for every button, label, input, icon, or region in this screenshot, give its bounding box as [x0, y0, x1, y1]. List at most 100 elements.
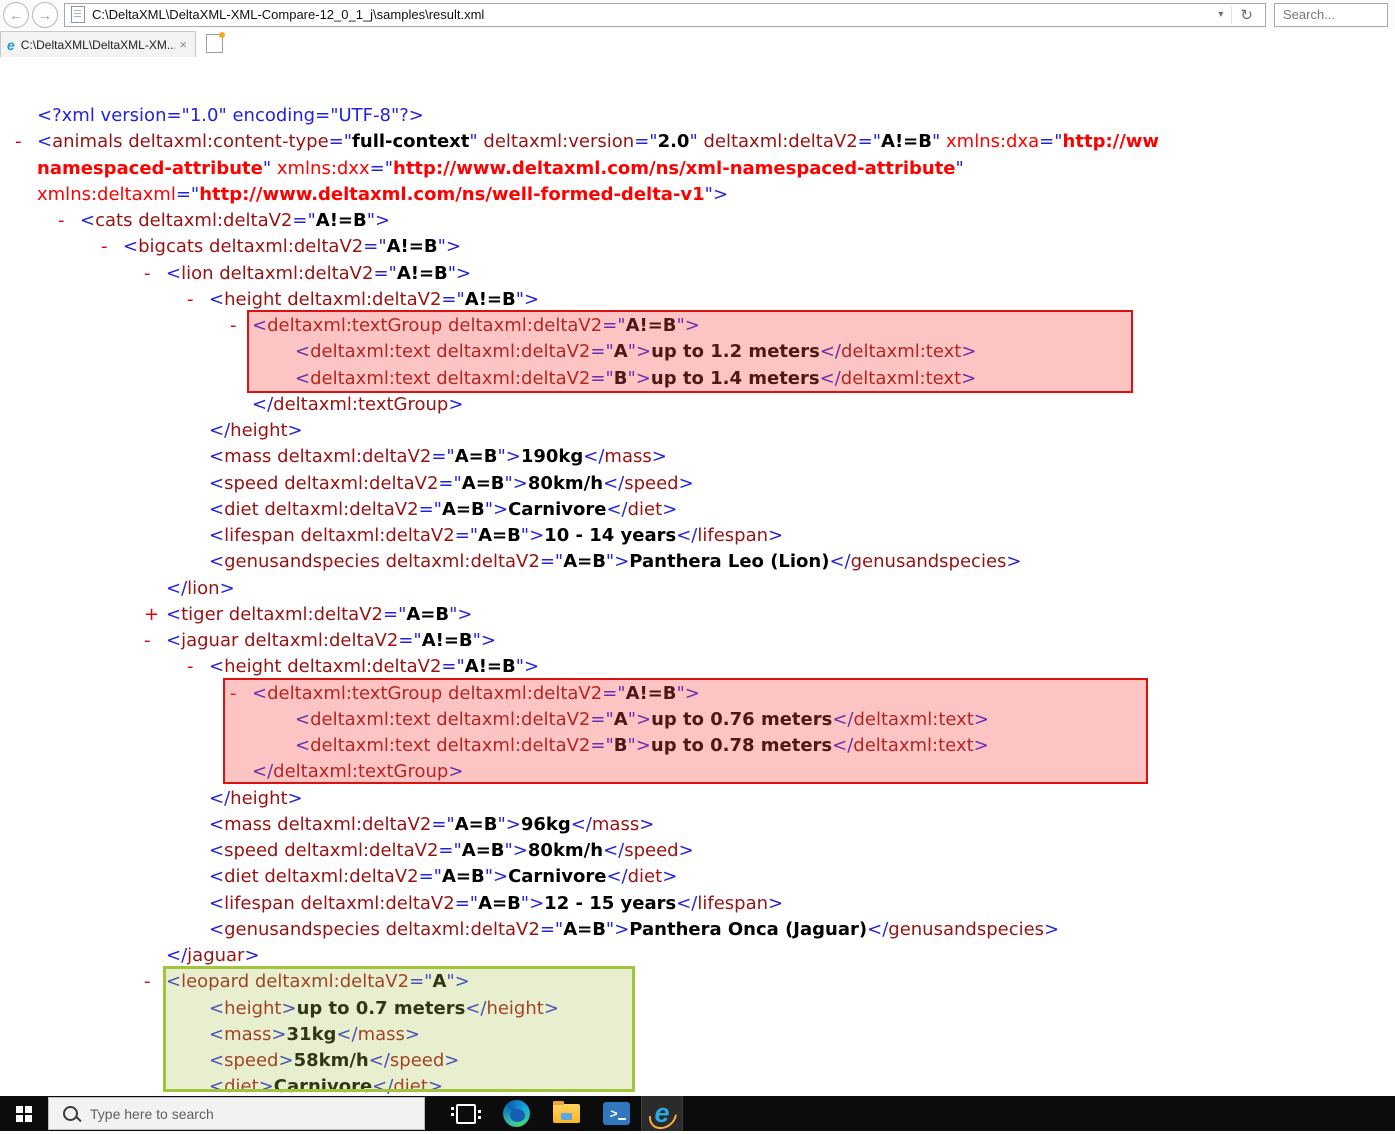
xml-token: =" — [431, 446, 454, 467]
back-button[interactable]: ← — [3, 2, 29, 28]
xml-token: lion — [187, 578, 219, 599]
xml-token: " — [469, 131, 483, 152]
address-dropdown-icon[interactable]: ▾ — [1210, 9, 1231, 20]
xml-token: deltaxml:text — [310, 368, 436, 389]
tab-close-icon[interactable]: × — [175, 37, 191, 52]
collapse-marker[interactable]: - — [58, 208, 80, 234]
xml-token: < — [209, 551, 224, 572]
xml-token: > — [405, 1024, 420, 1045]
collapse-marker[interactable]: - — [144, 628, 166, 654]
start-button[interactable] — [0, 1096, 48, 1131]
xml-token: > — [679, 840, 694, 861]
xml-line: xmlns:deltaxml="http://www.deltaxml.com/… — [0, 182, 1395, 208]
xml-token: deltaxml:deltaV2 — [284, 840, 438, 861]
indent-spacer — [187, 786, 209, 812]
indent-spacer — [187, 864, 209, 890]
xml-line: </height> — [0, 786, 1395, 812]
refresh-icon[interactable]: ↻ — [1231, 6, 1261, 24]
browser-search-box[interactable]: Search... — [1274, 3, 1388, 27]
xml-token: lifespan — [697, 893, 768, 914]
xml-token: speed — [624, 473, 678, 494]
xml-token: deltaxml:deltaV2 — [300, 893, 454, 914]
xml-token: " — [932, 131, 946, 152]
xml-token: </ — [603, 840, 624, 861]
internet-explorer-button[interactable]: e — [641, 1096, 683, 1131]
xml-token: mass — [604, 446, 651, 467]
xml-token: diet — [224, 1076, 259, 1096]
xml-token: < — [252, 315, 267, 336]
xml-token: deltaxml:textGroup — [273, 394, 448, 415]
address-bar[interactable]: C:\DeltaXML\DeltaXML-XML-Compare-12_0_1_… — [64, 3, 1266, 27]
collapse-marker[interactable]: - — [144, 261, 166, 287]
xml-token: < — [209, 840, 224, 861]
xml-token: deltaxml:deltaV2 — [255, 971, 409, 992]
xml-token: deltaxml:deltaV2 — [219, 263, 373, 284]
xml-token: < — [80, 210, 95, 231]
new-tab-button[interactable] — [206, 34, 223, 53]
tab-result-xml[interactable]: e C:\DeltaXML\DeltaXML-XM... × — [0, 31, 196, 57]
taskbar-search-box[interactable]: Type here to search — [48, 1097, 425, 1130]
xml-token: 31kg — [287, 1024, 337, 1045]
xml-token: > — [679, 473, 694, 494]
forward-button[interactable]: → — [32, 2, 58, 28]
xml-line: +<tiger deltaxml:deltaV2="A=B"> — [0, 602, 1395, 628]
collapse-marker[interactable]: - — [101, 234, 123, 260]
xml-token: deltaxml:deltaV2 — [448, 315, 602, 336]
xml-token: deltaxml:text — [310, 341, 436, 362]
indent-spacer — [187, 838, 209, 864]
xml-token: animals — [52, 131, 128, 152]
collapse-marker[interactable]: - — [230, 313, 252, 339]
xml-token: "> — [516, 656, 539, 677]
xml-line: -<deltaxml:textGroup deltaxml:deltaV2="A… — [0, 313, 1395, 339]
indent-spacer — [187, 812, 209, 838]
xml-token: "> — [473, 630, 496, 651]
xml-token: Carnivore — [274, 1076, 372, 1096]
xml-token: > — [288, 420, 303, 441]
xml-token: diet — [628, 866, 663, 887]
browser-address-row: ← → C:\DeltaXML\DeltaXML-XML-Compare-12_… — [0, 0, 1395, 29]
xml-token: =" — [373, 263, 396, 284]
xml-token: =" — [431, 814, 454, 835]
xml-token: "> — [446, 971, 469, 992]
collapse-marker[interactable]: - — [187, 654, 209, 680]
xml-token: deltaxml:deltaV2 — [386, 919, 540, 940]
xml-line: </jaguar> — [0, 943, 1395, 969]
xml-token: 10 - 14 years — [544, 525, 676, 546]
xml-token: < — [166, 630, 181, 651]
xml-line: -<lion deltaxml:deltaV2="A!=B"> — [0, 261, 1395, 287]
collapse-marker[interactable]: - — [144, 969, 166, 995]
xml-token: xmlns:dxa — [946, 131, 1039, 152]
xml-token: "> — [606, 919, 629, 940]
xml-token: "> — [516, 289, 539, 310]
task-view-button[interactable] — [441, 1096, 491, 1131]
powershell-button[interactable] — [591, 1096, 641, 1131]
xml-line: <lifespan deltaxml:deltaV2="A=B">10 - 14… — [0, 523, 1395, 549]
xml-token: deltaxml:deltaV2 — [703, 131, 857, 152]
xml-token: =" — [602, 315, 625, 336]
edge-taskbar-button[interactable] — [491, 1096, 541, 1131]
xml-token: A!=B — [626, 315, 677, 336]
xml-token: < — [252, 683, 267, 704]
xml-token: "> — [677, 683, 700, 704]
xml-token: < — [209, 1050, 224, 1071]
xml-line: </deltaxml:textGroup> — [0, 759, 1395, 785]
xml-token: A=B — [563, 551, 606, 572]
xml-token: > — [1006, 551, 1021, 572]
collapse-marker[interactable]: - — [230, 681, 252, 707]
xml-token: </ — [372, 1076, 393, 1096]
xml-line: <speed>58km/h</speed> — [0, 1048, 1395, 1074]
expand-marker[interactable]: + — [144, 602, 166, 628]
xml-line: <diet deltaxml:deltaV2="A=B">Carnivore</… — [0, 497, 1395, 523]
xml-token: =" — [329, 131, 352, 152]
tab-title: C:\DeltaXML\DeltaXML-XM... — [21, 38, 176, 52]
xml-token: full-context — [352, 131, 469, 152]
xml-token: =" — [455, 893, 478, 914]
indent-spacer — [187, 1074, 209, 1096]
xml-token: diet — [393, 1076, 428, 1096]
xml-token: </ — [583, 446, 604, 467]
indent-spacer — [187, 444, 209, 470]
file-explorer-button[interactable] — [541, 1096, 591, 1131]
collapse-marker[interactable]: - — [15, 129, 37, 155]
collapse-marker[interactable]: - — [187, 287, 209, 313]
xml-line: -<cats deltaxml:deltaV2="A!=B"> — [0, 208, 1395, 234]
